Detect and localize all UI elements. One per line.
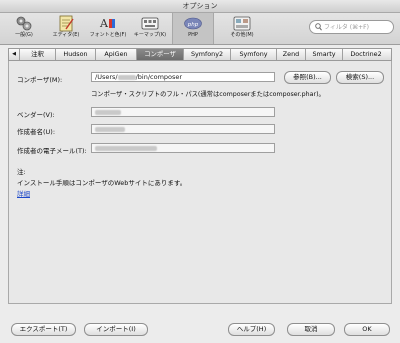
tab-smarty[interactable]: Smarty bbox=[306, 49, 343, 60]
toolbar-php-label: PHP bbox=[188, 32, 198, 38]
options-window: オプション 一般(G) エディタ(E) A フォントと色(F) キーマップ(K)… bbox=[0, 0, 400, 343]
search-icon bbox=[315, 23, 322, 31]
toolbar-editor-label: エディタ(E) bbox=[52, 32, 80, 38]
editor-icon bbox=[59, 15, 74, 32]
tab-doctrine2[interactable]: Doctrine2 bbox=[343, 49, 389, 60]
author-name-field[interactable] bbox=[91, 124, 275, 134]
toolbar-general-label: 一般(G) bbox=[15, 32, 33, 38]
composer-path-prefix: /Users/ bbox=[95, 73, 118, 81]
note-text: インストール手順はコンポーザのWebサイトにあります。 bbox=[17, 179, 187, 187]
keymap-icon bbox=[141, 17, 159, 30]
tab-composer[interactable]: コンポーザ bbox=[137, 49, 184, 60]
search-placeholder: フィルタ (⌘+F) bbox=[324, 24, 369, 31]
author-email-label: 作成者の電子メール(T): bbox=[17, 147, 87, 155]
tab-zend[interactable]: Zend bbox=[277, 49, 306, 60]
toolbar-fonts-colors-label: フォントと色(F) bbox=[89, 32, 127, 38]
import-button[interactable]: インポート(I) bbox=[84, 323, 148, 336]
toolbar-editor[interactable]: エディタ(E) bbox=[46, 14, 86, 43]
toolbar-general[interactable]: 一般(G) bbox=[4, 14, 44, 43]
vendor-label: ベンダー(V): bbox=[17, 111, 55, 119]
composer-path-field[interactable]: /Users/ /bin/composer bbox=[91, 72, 275, 82]
toolbar-keymap-label: キーマップ(K) bbox=[133, 32, 167, 38]
search-button[interactable]: 検索(S)... bbox=[336, 71, 384, 84]
composer-path-label: コンポーザ(M): bbox=[17, 76, 63, 84]
vendor-field[interactable] bbox=[91, 107, 275, 117]
tab-apigen[interactable]: ApiGen bbox=[96, 49, 137, 60]
general-settings-icon bbox=[16, 16, 32, 31]
toolbar-misc-label: その他(M) bbox=[230, 32, 254, 38]
redacted-author bbox=[95, 126, 125, 132]
toolbar-keymap[interactable]: キーマップ(K) bbox=[130, 14, 170, 43]
export-button[interactable]: エクスポート(T) bbox=[11, 323, 76, 336]
filter-search-field[interactable]: フィルタ (⌘+F) bbox=[309, 20, 394, 34]
tab-symfony[interactable]: Symfony bbox=[231, 49, 277, 60]
tab-hudson[interactable]: Hudson bbox=[56, 49, 96, 60]
tabs-scroll-left-button[interactable]: ◀ bbox=[9, 49, 20, 60]
misc-icon bbox=[233, 16, 251, 31]
note-title: 注: bbox=[17, 168, 26, 176]
tab-symfony2[interactable]: Symfony2 bbox=[184, 49, 231, 60]
toolbar-fonts-colors[interactable]: A フォントと色(F) bbox=[88, 14, 128, 43]
ok-button[interactable]: OK bbox=[344, 323, 390, 336]
category-toolbar: 一般(G) エディタ(E) A フォントと色(F) キーマップ(K) php P… bbox=[0, 13, 400, 45]
php-icon: php bbox=[184, 17, 202, 30]
cancel-button[interactable]: 取消 bbox=[287, 323, 335, 336]
fonts-colors-icon: A bbox=[99, 17, 115, 30]
svg-text:php: php bbox=[187, 22, 199, 28]
svg-text:A: A bbox=[99, 17, 109, 30]
redacted-username bbox=[117, 74, 136, 80]
redacted-vendor bbox=[95, 109, 121, 115]
php-tab-bar: ◀ 注釈 Hudson ApiGen コンポーザ Symfony2 Symfon… bbox=[8, 48, 392, 61]
redacted-email bbox=[95, 145, 157, 151]
tab-annotations[interactable]: 注釈 bbox=[20, 49, 56, 60]
author-name-label: 作成者名(U): bbox=[17, 128, 56, 136]
window-title: オプション bbox=[0, 0, 400, 13]
composer-path-hint: コンポーザ・スクリプトのフル・パス(通常はcomposerまたはcomposer… bbox=[91, 91, 325, 98]
composer-path-suffix: /bin/composer bbox=[135, 73, 183, 81]
toolbar-misc[interactable]: その他(M) bbox=[222, 14, 262, 43]
help-button[interactable]: ヘルプ(H) bbox=[228, 323, 275, 336]
browse-button[interactable]: 参照(B)... bbox=[284, 71, 331, 84]
details-link[interactable]: 詳細 bbox=[17, 188, 30, 198]
author-email-field[interactable] bbox=[91, 143, 275, 153]
toolbar-php[interactable]: php PHP bbox=[172, 13, 214, 44]
